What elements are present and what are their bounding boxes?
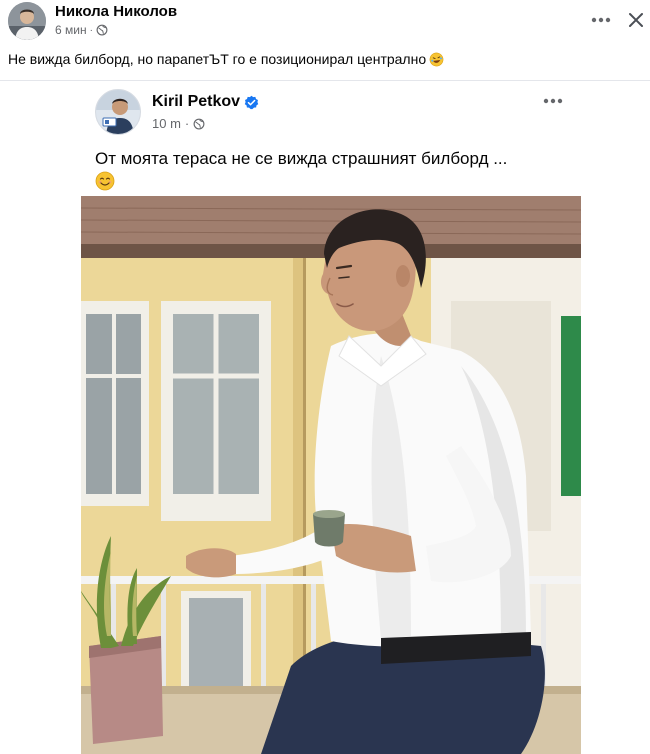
caption-text: Не вижда билборд, но парапетЪТ го е пози…: [8, 51, 427, 67]
close-button[interactable]: [622, 6, 650, 34]
shared-post[interactable]: Kiril Petkov 10 m · От моята тераса не с…: [80, 81, 582, 754]
globe-icon[interactable]: [96, 24, 108, 36]
shared-time[interactable]: 10 m: [152, 116, 181, 131]
more-horizontal-icon: [591, 17, 611, 23]
verified-badge-icon: [244, 95, 259, 109]
shared-more-button[interactable]: [538, 91, 568, 111]
meta-separator: ·: [89, 24, 93, 36]
author-name[interactable]: Никола Николов: [55, 3, 177, 20]
rofl-emoji-icon: [429, 52, 444, 67]
more-horizontal-icon: [543, 98, 563, 104]
shared-author-name[interactable]: Kiril Petkov: [152, 93, 240, 111]
post-meta: 6 мин ·: [55, 23, 108, 37]
shared-author-avatar[interactable]: [95, 89, 141, 135]
post-time[interactable]: 6 мин: [55, 23, 87, 37]
meta-separator: ·: [184, 116, 190, 131]
close-icon: [629, 13, 643, 27]
shared-text: От моята тераса не се вижда страшният би…: [95, 149, 508, 168]
shared-post-text: От моята тераса не се вижда страшният би…: [95, 147, 575, 193]
smiling-face-emoji-icon: [95, 171, 115, 191]
post-photo[interactable]: [81, 196, 581, 754]
post-caption: Не вижда билборд, но парапетЪТ го е пози…: [8, 51, 444, 67]
globe-icon[interactable]: [193, 118, 205, 130]
shared-author[interactable]: Kiril Petkov: [152, 93, 259, 111]
post-header: Никола Николов 6 мин ·: [0, 0, 650, 42]
author-avatar[interactable]: [8, 2, 46, 40]
shared-meta: 10 m ·: [152, 116, 205, 131]
more-options-button[interactable]: [585, 6, 617, 34]
facebook-post: Никола Николов 6 мин · Не вижда билборд,…: [0, 0, 650, 754]
